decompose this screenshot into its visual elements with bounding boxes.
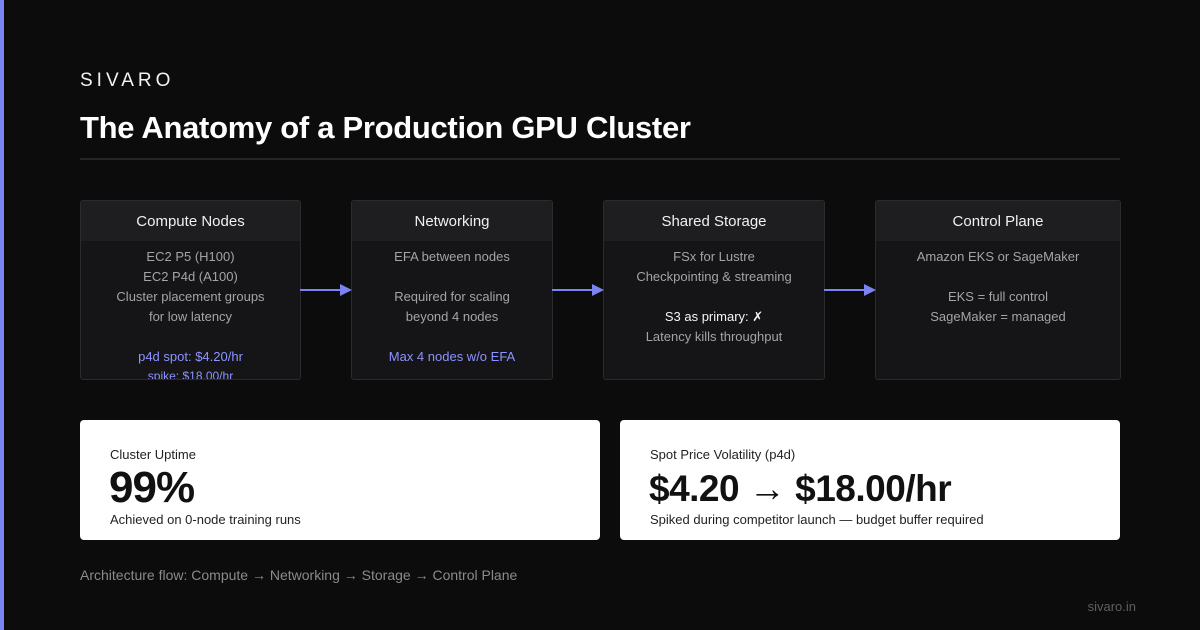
stat-label: Cluster Uptime — [110, 447, 196, 462]
card-networking: Networking EFA between nodes Required fo… — [351, 200, 553, 380]
arrow-right-icon — [824, 284, 876, 296]
card-body: FSx for Lustre Checkpointing & streaming… — [604, 241, 824, 347]
card-line: beyond 4 nodes — [405, 309, 499, 324]
card-line: Checkpointing & streaming — [636, 269, 792, 284]
card-line: Latency kills throughput — [645, 329, 783, 344]
title-divider — [80, 158, 1120, 160]
stat-card-uptime: Cluster Uptime 99% Achieved on 0-node tr… — [80, 420, 600, 540]
page-title: The Anatomy of a Production GPU Cluster — [80, 110, 691, 145]
card-title: Shared Storage — [604, 201, 824, 241]
efa-limit-line: Max 4 nodes w/o EFA — [388, 349, 516, 364]
card-line: FSx for Lustre — [673, 249, 755, 264]
card-body: Amazon EKS or SageMaker EKS = full contr… — [876, 241, 1120, 327]
card-shared-storage: Shared Storage FSx for Lustre Checkpoint… — [603, 200, 825, 380]
card-body: EFA between nodes Required for scaling b… — [352, 241, 552, 367]
accent-bar — [0, 0, 4, 630]
card-title: Compute Nodes — [81, 201, 300, 241]
stat-label: Spot Price Volatility (p4d) — [650, 447, 796, 462]
stat-note: Spiked during competitor launch — budget… — [650, 512, 984, 527]
card-line: for low latency — [148, 309, 233, 324]
card-line: EC2 P4d (A100) — [143, 269, 238, 284]
card-line — [604, 287, 824, 307]
card-line: EKS = full control — [947, 289, 1049, 304]
card-line: EC2 P5 (H100) — [146, 249, 235, 264]
arrow-right-icon — [300, 284, 352, 296]
domain-footer: sivaro.in — [1087, 599, 1136, 614]
card-compute-nodes: Compute Nodes EC2 P5 (H100) EC2 P4d (A10… — [80, 200, 301, 380]
stat-card-spot-price: Spot Price Volatility (p4d) $4.20 → $18.… — [620, 420, 1120, 540]
card-body: EC2 P5 (H100) EC2 P4d (A100) Cluster pla… — [81, 241, 300, 380]
s3-primary-line: S3 as primary: ✗ — [664, 309, 764, 324]
card-line: Cluster placement groups — [116, 289, 265, 304]
stat-value: $4.20 → $18.00/hr — [649, 468, 952, 509]
spike-price-line: spike: $18.00/hr — [147, 369, 234, 380]
card-line: Amazon EKS or SageMaker — [916, 249, 1080, 264]
card-line: EFA between nodes — [394, 249, 510, 264]
card-line — [352, 327, 552, 347]
stat-note: Achieved on 0-node training runs — [110, 512, 301, 527]
card-title: Networking — [352, 201, 552, 241]
card-line — [352, 267, 552, 287]
card-control-plane: Control Plane Amazon EKS or SageMaker EK… — [875, 200, 1121, 380]
card-line: SageMaker = managed — [930, 309, 1066, 324]
flow-caption: Architecture flow: Compute → Networking … — [80, 567, 518, 583]
card-line — [876, 267, 1120, 287]
card-line: Required for scaling — [394, 289, 510, 304]
spot-price-line: p4d spot: $4.20/hr — [138, 349, 243, 364]
card-title: Control Plane — [876, 201, 1120, 241]
card-line — [81, 327, 300, 347]
brand-logo: SIVARO — [80, 70, 175, 91]
arrow-right-icon — [552, 284, 604, 296]
stat-value: 99% — [109, 463, 195, 512]
